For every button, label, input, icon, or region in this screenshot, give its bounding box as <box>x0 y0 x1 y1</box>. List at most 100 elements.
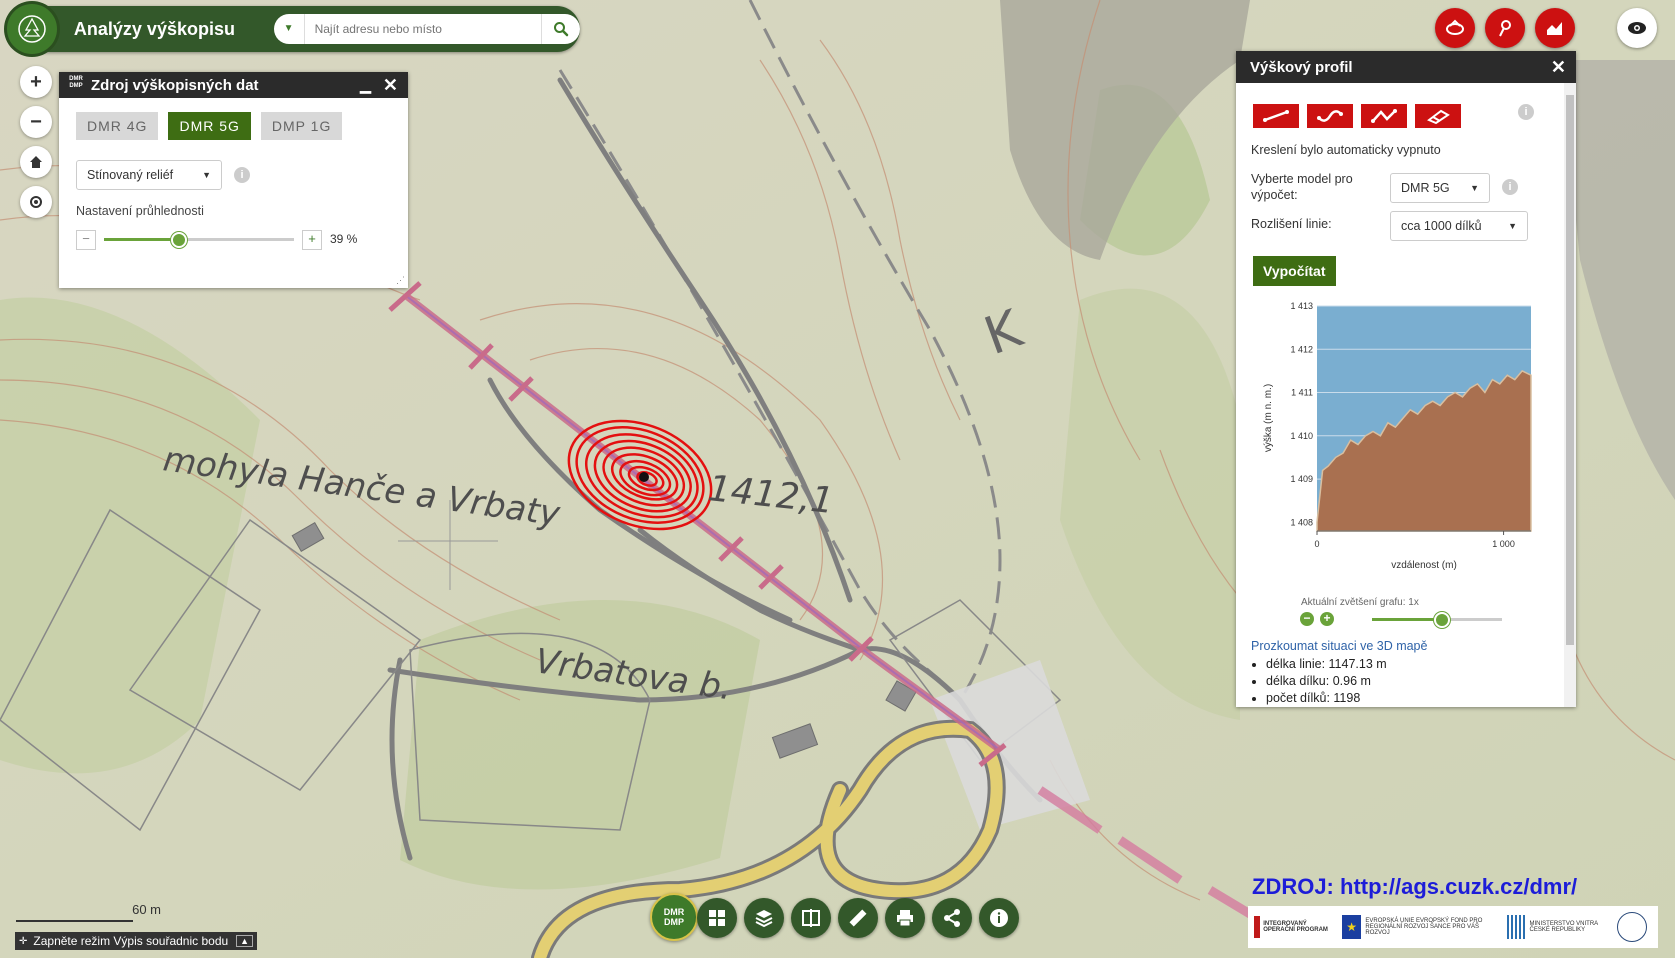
search-icon <box>554 22 569 37</box>
drawing-status: Kreslení bylo automaticky vypnuto <box>1251 143 1441 157</box>
app-title: Analýzy výškopisu <box>73 18 235 39</box>
visibility-button[interactable] <box>1617 8 1657 48</box>
resize-handle-icon[interactable]: ⋰ <box>396 275 405 286</box>
model-tabs: DMR 4G DMR 5G DMP 1G <box>59 98 408 140</box>
compare-button[interactable] <box>791 898 831 938</box>
home-button[interactable] <box>20 146 52 178</box>
source-credit: ZDROJ: http://ags.cuzk.cz/dmr/ <box>1252 874 1578 899</box>
model-select[interactable]: DMR 5G ▼ <box>1390 173 1490 203</box>
tree-logo-icon <box>18 15 46 43</box>
coordinate-mode-label: Zapněte režim Výpis souřadnic bodu <box>33 934 229 948</box>
polyline-tool-icon <box>1371 109 1397 123</box>
tab-dmr-5g[interactable]: DMR 5G <box>168 112 251 140</box>
dmr-dmp-button[interactable]: DMR DMP <box>650 893 698 941</box>
tab-dmr-4g[interactable]: DMR 4G <box>76 112 159 140</box>
scale-label: 60 m <box>132 902 161 917</box>
minus-circle-icon: − <box>1303 611 1311 625</box>
scale-bar: 60 m <box>16 902 161 922</box>
model-select-value: DMR 5G <box>1401 181 1450 195</box>
chevron-up-icon[interactable]: ▲ <box>236 935 254 947</box>
transparency-decrease-button[interactable]: − <box>76 230 96 250</box>
profile-panel-header: Výškový profil ✕ <box>1236 51 1576 83</box>
iop-logo: INTEGROVANÝ OPERAČNÍ PROGRAM <box>1254 916 1332 938</box>
app-logo[interactable] <box>4 1 60 57</box>
zoom-out-button[interactable]: − <box>20 106 52 138</box>
chart-xtick-label: 1 000 <box>1492 539 1515 549</box>
info-button[interactable] <box>979 898 1019 938</box>
search-button[interactable] <box>541 14 580 44</box>
panel-title: Zdroj výškopisných dat <box>91 76 259 94</box>
resolution-select[interactable]: cca 1000 dílků ▼ <box>1390 211 1528 241</box>
draw-line-button[interactable] <box>1253 104 1299 128</box>
resolution-select-value: cca 1000 dílků <box>1401 219 1482 233</box>
plus-circle-icon: + <box>1323 611 1331 625</box>
chart-ytick-label: 1 409 <box>1290 474 1313 484</box>
eye-icon <box>1628 22 1646 34</box>
tab-dmp-1g[interactable]: DMP 1G <box>260 112 343 140</box>
print-icon <box>897 910 913 927</box>
info-icon[interactable]: i <box>234 167 250 183</box>
info-icon[interactable]: i <box>1502 179 1518 195</box>
basemap-grid-button[interactable] <box>697 898 737 938</box>
chart-zoom-out-button[interactable]: − <box>1300 612 1314 626</box>
scrollbar-thumb[interactable] <box>1566 95 1574 645</box>
chart-ytick-label: 1 412 <box>1290 344 1313 354</box>
erase-button[interactable] <box>1415 104 1461 128</box>
locate-icon <box>30 196 42 208</box>
minimize-icon[interactable]: ▁ <box>360 77 371 94</box>
scrollbar[interactable] <box>1564 83 1576 707</box>
print-button[interactable] <box>885 898 925 938</box>
close-icon[interactable]: ✕ <box>1551 57 1566 78</box>
point-elevation-button[interactable] <box>1485 8 1525 48</box>
panel-title: Výškový profil <box>1250 58 1353 76</box>
chart-ytick-label: 1 411 <box>1291 388 1313 398</box>
app-header: Analýzy výškopisu ▼ <box>4 1 580 57</box>
curve-tool-icon <box>1317 110 1343 122</box>
stat-segment-length: délka dílku: 0.96 m <box>1266 674 1556 688</box>
3d-map-link[interactable]: Prozkoumat situaci ve 3D mapě <box>1251 639 1427 653</box>
draw-curve-button[interactable] <box>1307 104 1353 128</box>
profile-stats: délka linie: 1147.13 m délka dílku: 0.96… <box>1246 657 1556 705</box>
transparency-value: 39 % <box>330 232 358 246</box>
info-icon[interactable]: i <box>1518 104 1534 120</box>
layer-select[interactable]: Stínovaný reliéf ▼ <box>76 160 222 190</box>
eu-logos-strip: INTEGROVANÝ OPERAČNÍ PROGRAM ★ EVROPSKÁ … <box>1248 906 1658 948</box>
zoom-in-button[interactable]: + <box>20 66 52 98</box>
line-tool-icon <box>1263 110 1289 122</box>
chevron-down-icon: ▼ <box>1508 221 1517 231</box>
chevron-down-icon: ▼ <box>1470 183 1479 193</box>
search-mode-dropdown[interactable]: ▼ <box>274 14 305 44</box>
measure-icon <box>849 909 867 927</box>
locate-button[interactable] <box>20 186 52 218</box>
draw-polyline-button[interactable] <box>1361 104 1407 128</box>
compute-button[interactable]: Vypočítat <box>1253 256 1336 286</box>
plus-icon: + <box>30 70 42 93</box>
dmr-dmp-icon: DMR DMP <box>663 907 685 927</box>
chart-ylabel: výška (m n. m.) <box>1263 384 1274 452</box>
chart-zoom-label: Aktuální zvětšení grafu: 1x <box>1301 597 1419 608</box>
chart-ytick-label: 1 410 <box>1290 431 1313 441</box>
stat-line-length: délka linie: 1147.13 m <box>1266 657 1556 671</box>
home-icon <box>30 156 42 168</box>
chart-xlabel: vzdálenost (m) <box>1391 560 1457 571</box>
crosshair-icon: ✛ <box>19 935 28 947</box>
elevation-chart: 1 413 1 412 1 411 1 410 1 409 1 408 0 1 000 vz… <box>1263 301 1532 571</box>
3d-view-button[interactable] <box>1435 8 1475 48</box>
resolution-label: Rozlišení linie: <box>1251 217 1332 231</box>
coordinate-mode-bar[interactable]: ✛ Zapněte režim Výpis souřadnic bodu ▲ <box>15 932 258 950</box>
close-icon[interactable]: ✕ <box>383 75 398 96</box>
transparency-slider-handle[interactable] <box>171 232 188 248</box>
measure-button[interactable] <box>838 898 878 938</box>
chart-zoom-in-button[interactable]: + <box>1320 612 1334 626</box>
chart-ytick-label: 1 408 <box>1290 517 1313 527</box>
chart-xtick-label: 0 <box>1314 539 1319 549</box>
minus-icon: − <box>30 110 42 133</box>
profile-button[interactable] <box>1535 8 1575 48</box>
transparency-increase-button[interactable]: + <box>302 230 322 250</box>
search-input[interactable] <box>304 22 541 36</box>
layers-button[interactable] <box>744 898 784 938</box>
share-button[interactable] <box>932 898 972 938</box>
chart-zoom-slider-handle[interactable] <box>1433 612 1450 628</box>
elevation-profile-panel: Výškový profil ✕ i Kreslení bylo automat… <box>1236 51 1576 707</box>
eraser-icon <box>1427 109 1450 124</box>
